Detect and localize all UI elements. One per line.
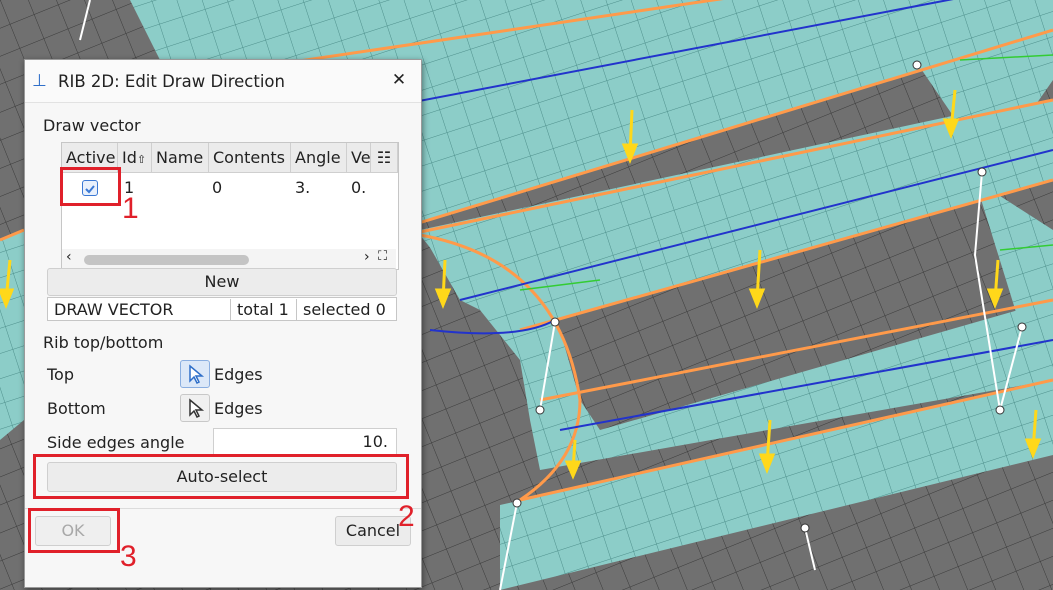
top-label: Top xyxy=(47,365,74,384)
top-edges-label: Edges xyxy=(214,365,263,384)
col-header-name[interactable]: Name xyxy=(152,143,209,173)
edit-draw-direction-dialog: ⊥ RIB 2D: Edit Draw Direction ✕ Draw vec… xyxy=(24,59,422,588)
draw-direction-icon: ⊥ xyxy=(32,71,47,91)
col-header-id[interactable]: Id⇧ xyxy=(118,143,152,173)
active-checkbox[interactable] xyxy=(82,180,98,196)
scroll-right-icon[interactable]: › xyxy=(364,249,370,265)
cursor-arrow-icon xyxy=(189,364,205,385)
close-button[interactable]: ✕ xyxy=(387,68,411,92)
dialog-titlebar[interactable]: ⊥ RIB 2D: Edit Draw Direction ✕ xyxy=(25,60,421,103)
cell-contents[interactable]: 0 xyxy=(208,175,288,201)
top-pick-button[interactable] xyxy=(180,360,210,388)
col-header-angle[interactable]: Angle xyxy=(291,143,347,173)
cell-name[interactable] xyxy=(154,175,208,201)
bottom-edges-label: Edges xyxy=(214,399,263,418)
side-edges-angle-label: Side edges angle xyxy=(47,433,185,452)
column-chooser-icon[interactable]: ☷ xyxy=(371,143,398,173)
cell-angle[interactable]: 3. xyxy=(291,175,345,201)
sort-icon: ⇧ xyxy=(136,153,147,166)
dialog-title: RIB 2D: Edit Draw Direction xyxy=(58,72,285,91)
annotation-number-2: 2 xyxy=(398,500,415,533)
bottom-label: Bottom xyxy=(47,399,106,418)
annotation-number-1: 1 xyxy=(122,192,139,225)
bottom-pick-button[interactable] xyxy=(180,394,210,422)
divider xyxy=(25,508,421,509)
rib-top-bottom-label: Rib top/bottom xyxy=(43,333,164,352)
status-selected: selected 0 xyxy=(296,299,386,321)
scrollbar-thumb[interactable] xyxy=(84,255,249,265)
annotation-number-3: 3 xyxy=(120,540,137,573)
status-bar: DRAW VECTOR total 1 selected 0 xyxy=(47,297,397,321)
draw-vector-label: Draw vector xyxy=(43,116,141,135)
cell-ve[interactable]: 0. xyxy=(347,175,381,201)
col-header-contents[interactable]: Contents xyxy=(209,143,291,173)
expand-icon[interactable]: ⛶ xyxy=(378,249,387,264)
side-edges-angle-input[interactable]: 10. xyxy=(213,428,397,456)
draw-vector-table[interactable]: Active Id⇧ Name Contents Angle Ve ☷ 1 0 … xyxy=(61,142,399,270)
col-header-id-label: Id xyxy=(122,148,137,167)
col-header-ve[interactable]: Ve xyxy=(347,143,371,173)
checkmark-icon xyxy=(85,185,95,194)
scroll-left-icon[interactable]: ‹ xyxy=(66,249,72,265)
ok-button[interactable]: OK xyxy=(35,516,111,546)
status-name: DRAW VECTOR xyxy=(54,300,174,319)
cursor-arrow-icon xyxy=(189,398,205,419)
col-header-active[interactable]: Active xyxy=(62,143,118,173)
new-button[interactable]: New xyxy=(47,268,397,296)
auto-select-button[interactable]: Auto-select xyxy=(47,462,397,492)
status-total: total 1 xyxy=(230,299,289,321)
horizontal-scrollbar[interactable]: ‹ › ⛶ xyxy=(62,249,396,269)
